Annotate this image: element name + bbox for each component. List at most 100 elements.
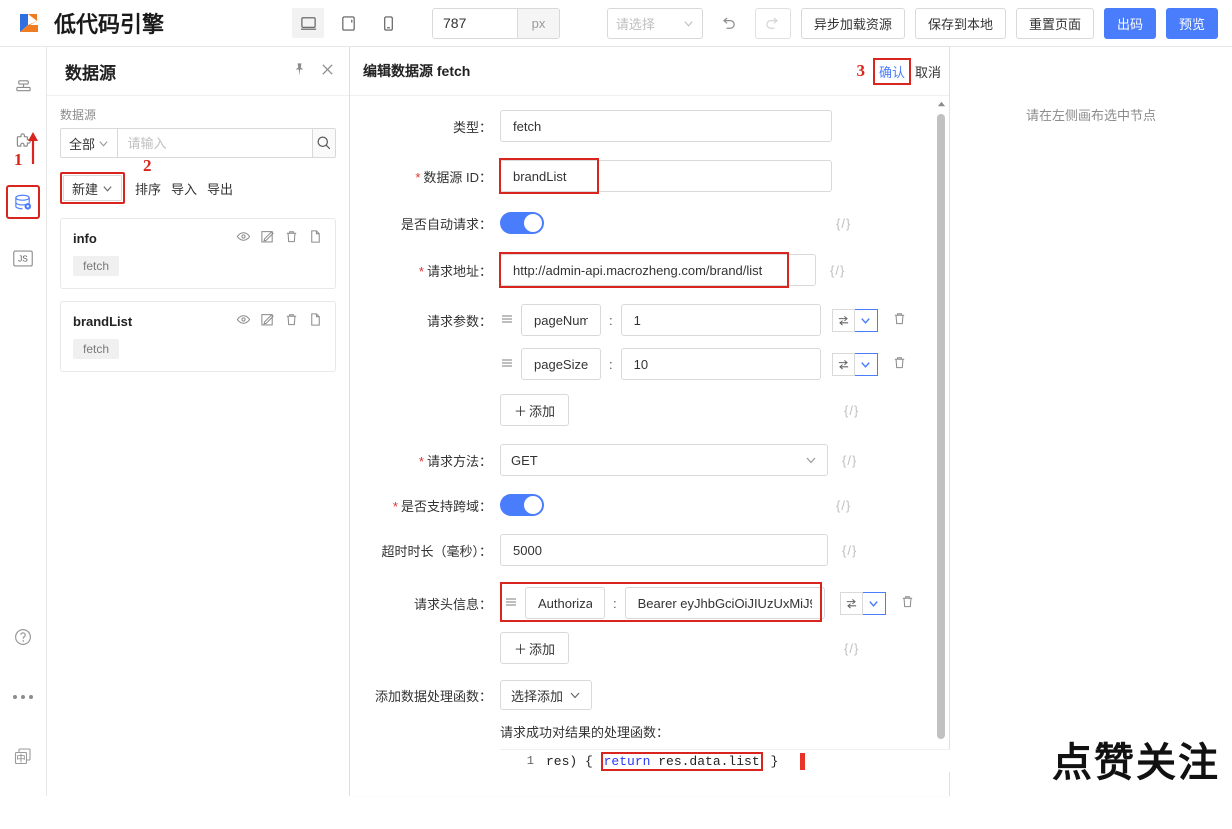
request-url-input[interactable] [511, 255, 805, 285]
list-item[interactable]: brandList fetch [60, 301, 336, 372]
close-icon[interactable] [320, 62, 335, 80]
reset-page-button[interactable]: 重置页面 [1015, 7, 1094, 39]
edit-panel-scrollbar[interactable] [936, 99, 946, 829]
field-url[interactable] [499, 252, 816, 288]
drag-handle-icon[interactable] [500, 312, 514, 328]
chevron-down-icon[interactable] [854, 308, 878, 332]
param-key-field[interactable] [521, 304, 601, 336]
preview-button[interactable]: 预览 [1165, 7, 1218, 39]
required-mark: * [415, 169, 421, 185]
field-timeout[interactable] [500, 534, 828, 566]
async-load-resource-button[interactable]: 异步加载资源 [800, 7, 905, 39]
param-key-field[interactable] [521, 348, 601, 380]
scroll-up-icon[interactable] [936, 99, 946, 109]
timeout-input[interactable] [511, 535, 817, 565]
pin-icon[interactable] [292, 62, 307, 80]
scrollbar-thumb[interactable] [937, 114, 945, 739]
canvas-size-field[interactable]: px [432, 7, 561, 39]
help-icon[interactable] [6, 620, 40, 654]
param-key-input[interactable] [532, 305, 590, 335]
new-datasource-button[interactable]: 新建 [63, 175, 123, 201]
field-url-label-text: 请求地址： [426, 263, 492, 279]
page-select[interactable]: 请选择 [606, 7, 703, 39]
language-icon[interactable]: 中 [6, 740, 40, 774]
drag-handle-icon[interactable] [504, 595, 518, 611]
handler-select[interactable]: 选择添加 [500, 680, 593, 710]
header-value-input[interactable] [635, 588, 814, 618]
search-icon[interactable] [312, 128, 336, 158]
swap-icon[interactable] [839, 591, 863, 615]
trash-icon[interactable] [900, 594, 915, 612]
field-id[interactable] [499, 158, 832, 194]
trash-icon[interactable] [892, 311, 907, 329]
code-expression-icon[interactable]: {/} [836, 498, 851, 513]
redo-icon[interactable] [754, 7, 791, 39]
datasource-search-input[interactable] [117, 128, 313, 158]
cancel-button[interactable]: 取消 [915, 62, 941, 81]
undo-icon[interactable] [713, 8, 745, 39]
code-expression-icon[interactable]: {/} [842, 453, 857, 468]
swap-icon[interactable] [831, 308, 855, 332]
param-value-input[interactable] [631, 349, 810, 379]
chevron-down-icon[interactable] [854, 352, 878, 376]
save-local-button[interactable]: 保存到本地 [914, 7, 1006, 39]
datasource-type-select[interactable]: 全部 [60, 128, 118, 158]
kv-separator: : [613, 595, 617, 611]
field-type[interactable] [500, 110, 832, 142]
code-content[interactable]: res) { return res.data.list } [546, 751, 778, 771]
add-header-button[interactable]: ＋ 添加 [500, 632, 570, 664]
param-key-input[interactable] [532, 349, 590, 379]
cors-toggle[interactable] [500, 494, 544, 516]
tablet-icon[interactable] [332, 8, 364, 38]
swap-icon[interactable] [831, 352, 855, 376]
edit-icon[interactable] [260, 229, 275, 247]
code-prefix: res) { [546, 753, 601, 769]
param-value-field[interactable] [620, 304, 821, 336]
drag-handle-icon[interactable] [500, 356, 514, 372]
code-expression-icon[interactable]: {/} [830, 263, 845, 278]
auto-request-toggle[interactable] [500, 212, 544, 234]
sort-link[interactable]: 排序 [135, 179, 161, 198]
trash-icon[interactable] [892, 355, 907, 373]
request-method-select[interactable]: GET [500, 444, 828, 476]
code-caret [800, 752, 806, 770]
desktop-icon[interactable] [292, 8, 325, 38]
import-link[interactable]: 导入 [171, 179, 197, 198]
more-icon[interactable] [6, 680, 40, 714]
trash-icon[interactable] [284, 229, 299, 247]
code-expression-icon[interactable]: {/} [844, 641, 859, 656]
copy-icon[interactable] [308, 229, 323, 247]
js-icon[interactable]: JS [6, 241, 40, 275]
chevron-down-icon[interactable] [862, 591, 886, 615]
page-title: 编辑数据源 fetch [363, 63, 471, 79]
trash-icon[interactable] [284, 312, 299, 330]
datasource-id-input[interactable] [511, 161, 821, 191]
code-expression-icon[interactable]: {/} [842, 543, 857, 558]
list-item[interactable]: info fetch [60, 218, 336, 289]
copy-icon[interactable] [308, 312, 323, 330]
edit-icon[interactable] [260, 312, 275, 330]
export-link[interactable]: 导出 [207, 179, 233, 198]
eye-icon[interactable] [236, 312, 251, 330]
canvas-width-input[interactable] [433, 8, 518, 38]
header-key-input[interactable] [536, 588, 594, 618]
code-expression-icon[interactable]: {/} [836, 216, 851, 231]
param-value-input[interactable] [631, 305, 810, 335]
header-value-field[interactable] [624, 587, 825, 619]
kv-separator: : [609, 312, 613, 328]
outline-icon[interactable] [6, 69, 40, 103]
datasource-icon[interactable] [6, 185, 40, 219]
required-mark: * [418, 453, 424, 469]
add-param-button[interactable]: ＋ 添加 [500, 394, 570, 426]
export-code-button[interactable]: 出码 [1103, 7, 1156, 39]
code-expression-icon[interactable]: {/} [844, 403, 859, 418]
confirm-button[interactable]: 确认 [879, 65, 905, 80]
param-value-field[interactable] [620, 348, 821, 380]
type-input[interactable] [511, 111, 821, 141]
header-key-field[interactable] [525, 587, 605, 619]
code-editor[interactable]: 1 res) { return res.data.list } [500, 749, 950, 772]
field-id-row: * 数据源 ID： [350, 158, 950, 194]
eye-icon[interactable] [236, 229, 251, 247]
mobile-icon[interactable] [372, 8, 404, 38]
plugin-icon[interactable] [6, 125, 40, 159]
